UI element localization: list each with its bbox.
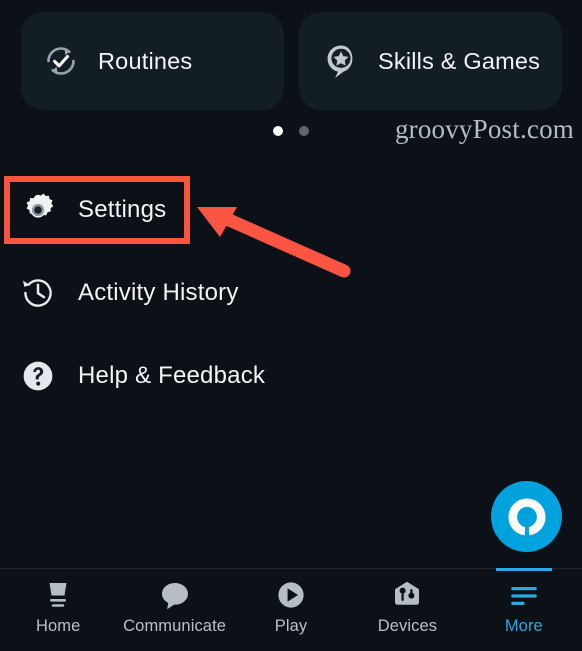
skills-games-pin-star-icon (322, 42, 360, 80)
card-routines[interactable]: Routines (21, 12, 284, 110)
menu-label-help-feedback: Help & Feedback (78, 362, 266, 389)
card-skills-games[interactable]: Skills & Games (299, 12, 562, 110)
hamburger-menu-icon (508, 580, 540, 612)
bottom-navigation: Home Communicate Play Devices More (0, 568, 582, 651)
alexa-ring-icon (508, 498, 545, 535)
nav-label-communicate: Communicate (123, 617, 227, 635)
card-label-skills-games: Skills & Games (378, 47, 541, 74)
speech-bubble-icon (159, 580, 191, 612)
pager-dot-2[interactable] (299, 126, 309, 136)
menu-item-activity-history[interactable]: Activity History (0, 259, 582, 327)
gear-icon (20, 192, 56, 228)
play-circle-icon (275, 580, 307, 612)
alexa-fab-button[interactable] (491, 481, 562, 552)
question-mark-circle-icon (20, 358, 56, 394)
pager-dot-1[interactable] (273, 126, 283, 136)
active-tab-indicator (495, 568, 552, 571)
routines-refresh-check-icon (42, 42, 80, 80)
echo-device-icon (42, 580, 74, 612)
quick-action-cards: Routines Skills & Games (0, 6, 582, 110)
menu-label-activity-history: Activity History (78, 279, 239, 306)
nav-label-home: Home (35, 617, 81, 635)
nav-item-devices[interactable]: Devices (349, 569, 465, 651)
clock-history-icon (20, 275, 56, 311)
alexa-more-screen: Routines Skills & Games groovyPost.com S… (0, 0, 582, 651)
devices-house-icon (391, 580, 423, 612)
menu-label-settings: Settings (78, 196, 167, 223)
nav-item-communicate[interactable]: Communicate (116, 569, 232, 651)
watermark: groovyPost.com (394, 114, 574, 144)
more-menu-list: Settings Activity History Help & Feedbac… (0, 176, 582, 410)
card-label-routines: Routines (98, 47, 193, 74)
nav-item-home[interactable]: Home (0, 569, 116, 651)
nav-item-more[interactable]: More (466, 568, 582, 651)
nav-label-play: Play (274, 617, 308, 635)
nav-item-play[interactable]: Play (233, 569, 349, 651)
menu-item-settings[interactable]: Settings (0, 176, 582, 244)
nav-label-devices: Devices (377, 617, 438, 635)
menu-item-help-feedback[interactable]: Help & Feedback (0, 342, 582, 410)
nav-label-more: More (504, 617, 543, 635)
